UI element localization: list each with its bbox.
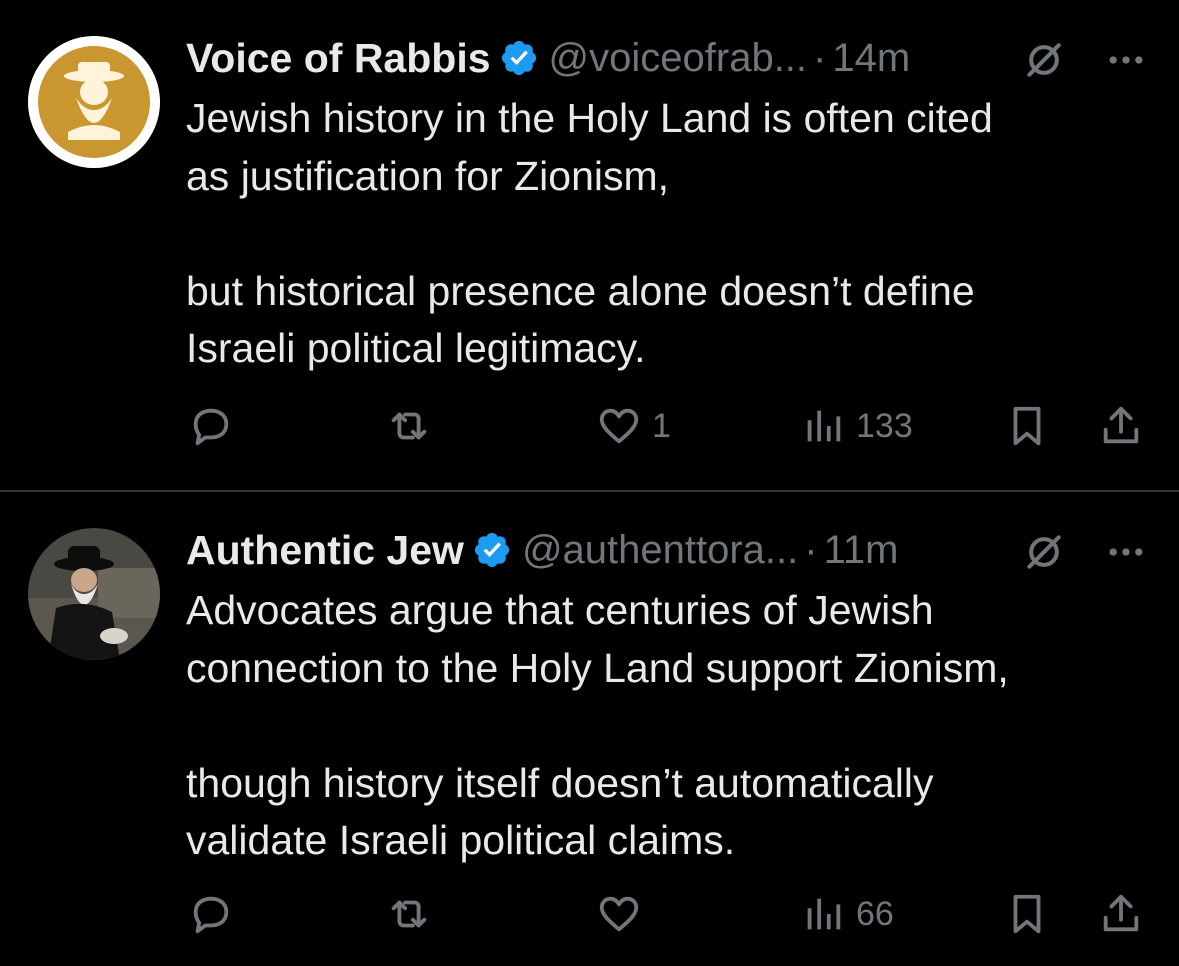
bookmark-icon <box>1013 894 1041 934</box>
avatar[interactable] <box>28 36 160 168</box>
post-header: Voice of Rabbis @voiceofrab... · 14m <box>186 28 910 88</box>
repost-button[interactable] <box>386 884 432 944</box>
reply-button[interactable] <box>188 884 234 944</box>
views-button[interactable]: 66 <box>800 884 894 944</box>
verified-badge-icon <box>472 530 512 570</box>
post-paragraph: but historical presence alone doesn’t de… <box>186 267 975 372</box>
verified-badge-icon <box>499 38 539 78</box>
reply-button[interactable] <box>188 396 234 456</box>
like-button[interactable]: 1 <box>596 396 671 456</box>
bookmark-icon <box>1013 406 1041 446</box>
display-name[interactable]: Voice of Rabbis <box>186 35 491 82</box>
more-icon[interactable] <box>1104 530 1148 574</box>
grok-icon[interactable] <box>1022 530 1066 574</box>
repost-icon <box>391 900 427 928</box>
share-icon <box>1103 894 1139 932</box>
views-icon <box>807 410 841 442</box>
separator: · <box>813 35 827 80</box>
share-icon <box>1103 406 1139 444</box>
post[interactable]: Voice of Rabbis @voiceofrab... · 14m Jew… <box>0 0 1179 490</box>
views-button[interactable]: 133 <box>800 396 913 456</box>
post-paragraph: though history itself doesn’t automatica… <box>186 759 934 864</box>
post-text: Advocates argue that centuries of Jewish… <box>186 582 1146 870</box>
timestamp[interactable]: 14m <box>832 36 910 81</box>
post-paragraph: Advocates argue that centuries of Jewish… <box>186 587 1009 691</box>
grok-icon[interactable] <box>1022 38 1066 82</box>
timestamp[interactable]: 11m <box>824 528 899 573</box>
reply-icon <box>193 408 229 446</box>
share-button[interactable] <box>1098 396 1144 456</box>
avatar[interactable] <box>28 528 160 660</box>
action-bar: 1 133 <box>0 396 1179 456</box>
post-header: Authentic Jew @authenttora... · 11m <box>186 520 898 580</box>
post-paragraph: Jewish history in the Holy Land is often… <box>186 95 993 199</box>
handle[interactable]: @voiceofrab... <box>549 36 808 81</box>
action-bar: 66 <box>0 884 1179 944</box>
handle[interactable]: @authenttora... <box>522 528 798 573</box>
repost-icon <box>391 412 427 440</box>
view-count: 66 <box>856 894 894 933</box>
heart-icon <box>599 896 639 932</box>
separator: · <box>804 527 818 572</box>
reply-icon <box>193 896 229 934</box>
post[interactable]: Authentic Jew @authenttora... · 11m Advo… <box>0 492 1179 966</box>
more-icon[interactable] <box>1104 38 1148 82</box>
like-count: 1 <box>652 406 671 445</box>
bookmark-button[interactable] <box>1004 884 1050 944</box>
repost-button[interactable] <box>386 396 432 456</box>
like-button[interactable] <box>596 884 652 944</box>
bookmark-button[interactable] <box>1004 396 1050 456</box>
display-name[interactable]: Authentic Jew <box>186 527 464 574</box>
post-text: Jewish history in the Holy Land is often… <box>186 90 1146 378</box>
views-icon <box>807 898 841 930</box>
view-count: 133 <box>856 406 913 445</box>
share-button[interactable] <box>1098 884 1144 944</box>
heart-icon <box>599 408 639 444</box>
